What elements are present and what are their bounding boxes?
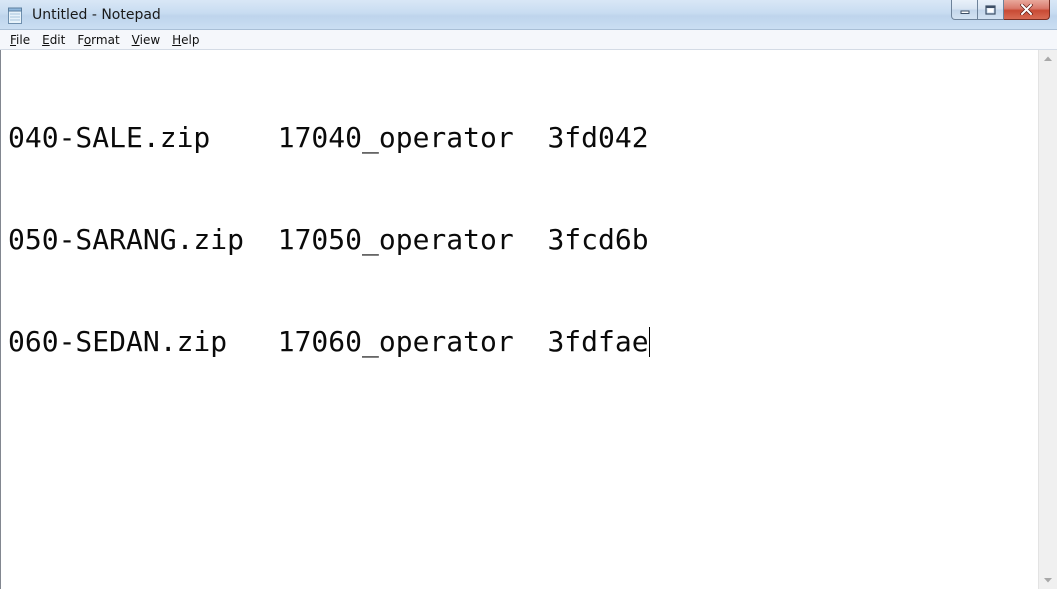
menu-help-mnemonic: H xyxy=(172,32,182,47)
text-editor[interactable]: 040-SALE.zip 17040_operator 3fd042 050-S… xyxy=(0,50,1038,589)
scroll-up-button[interactable] xyxy=(1039,50,1057,67)
title-bar[interactable]: Untitled - Notepad xyxy=(0,0,1057,30)
menu-edit-mnemonic: E xyxy=(42,32,50,47)
menu-format-label: rmat xyxy=(91,32,120,47)
maximize-icon xyxy=(985,4,996,15)
scroll-up-arrow-icon xyxy=(1044,56,1052,61)
minimize-button[interactable] xyxy=(951,0,978,20)
menu-view-label: iew xyxy=(139,32,161,47)
text-line-content: 060-SEDAN.zip 17060_operator 3fdfae xyxy=(8,325,649,358)
scroll-down-button[interactable] xyxy=(1039,572,1057,589)
text-line: 040-SALE.zip 17040_operator 3fd042 xyxy=(8,121,649,154)
menu-view-mnemonic: V xyxy=(131,32,140,47)
vertical-scrollbar[interactable] xyxy=(1038,50,1057,589)
text-line-last: 060-SEDAN.zip 17060_operator 3fdfae xyxy=(8,325,650,359)
menu-edit-label: dit xyxy=(49,32,66,47)
maximize-button[interactable] xyxy=(978,0,1004,20)
menu-help-label: elp xyxy=(181,32,200,47)
notepad-icon xyxy=(8,7,22,24)
menu-bar: File Edit Format View Help xyxy=(0,30,1057,50)
caption-buttons xyxy=(951,0,1050,20)
editor-text[interactable]: 040-SALE.zip 17040_operator 3fd042 050-S… xyxy=(8,53,650,427)
minimize-icon xyxy=(960,10,969,14)
menu-edit[interactable]: Edit xyxy=(36,31,71,49)
menu-file[interactable]: File xyxy=(4,31,36,49)
notepad-window: Untitled - Notepad File Edit Format View… xyxy=(0,0,1057,589)
menu-view[interactable]: View xyxy=(126,31,166,49)
window-title: Untitled - Notepad xyxy=(32,7,161,23)
menu-help[interactable]: Help xyxy=(166,31,205,49)
text-line: 050-SARANG.zip 17050_operator 3fcd6b xyxy=(8,223,649,256)
menu-file-label: ile xyxy=(16,32,31,47)
menu-format[interactable]: Format xyxy=(71,31,125,49)
close-button[interactable] xyxy=(1004,0,1050,20)
scroll-down-arrow-icon xyxy=(1044,578,1052,583)
text-caret xyxy=(648,327,650,357)
close-icon xyxy=(1020,4,1033,15)
